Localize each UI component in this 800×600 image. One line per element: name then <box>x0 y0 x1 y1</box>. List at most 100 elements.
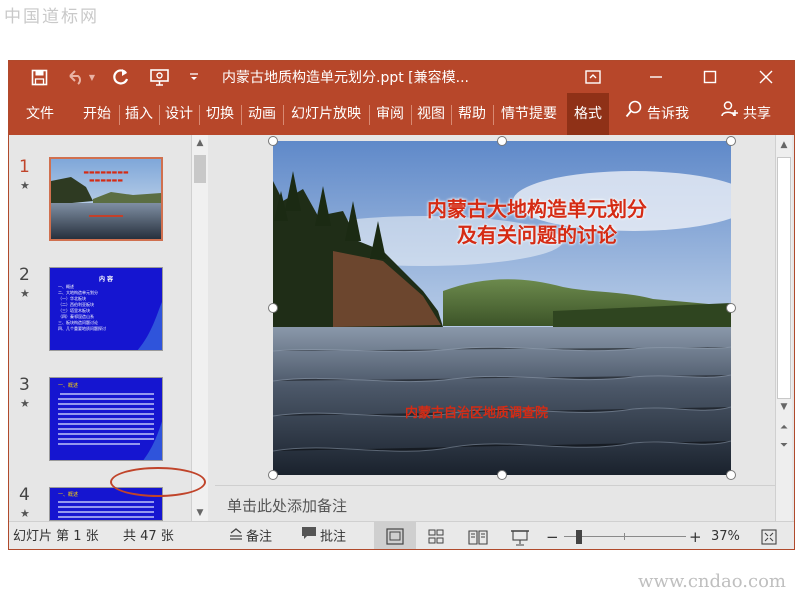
comments-button-label: 批注 <box>320 529 347 545</box>
animation-star-icon: ★ <box>20 507 30 520</box>
fit-to-window-icon <box>761 529 777 545</box>
thumbnail-number: 2 <box>19 265 30 285</box>
previous-slide-icon[interactable]: ⏶ <box>776 420 792 436</box>
tab-design[interactable]: 设计 <box>161 93 197 135</box>
resize-handle[interactable] <box>268 136 278 146</box>
slide-title-line-2[interactable]: 及有关问题的讨论 <box>273 219 731 248</box>
tab-view[interactable]: 视图 <box>413 93 449 135</box>
customize-qat-icon[interactable] <box>187 65 201 89</box>
normal-view-icon <box>386 528 404 545</box>
watermark-top: 中国道标网 <box>4 7 99 27</box>
ribbon-tab-bar: 文件 开始 插入 设计 切换 动画 幻灯片放映 审阅 视图 帮助 情节提要 格式… <box>9 93 794 135</box>
slide-sorter-icon <box>428 529 444 544</box>
reading-view-icon <box>468 530 488 545</box>
lightbulb-search-icon <box>625 93 643 135</box>
slide-subtitle[interactable]: 内蒙古自治区地质调查院 <box>405 402 548 421</box>
thumbnail-scroll-thumb[interactable] <box>194 155 206 183</box>
thumbnail-scrollbar[interactable]: ▲ ▼ <box>191 135 208 521</box>
tab-home[interactable]: 开始 <box>77 93 117 135</box>
fit-to-window-button[interactable] <box>757 522 781 549</box>
current-slide[interactable]: 内蒙古大地构造单元划分 及有关问题的讨论 内蒙古自治区地质调查院 <box>273 141 731 475</box>
resize-handle[interactable] <box>268 470 278 480</box>
minimize-icon[interactable] <box>644 65 668 89</box>
tab-storyboarding[interactable]: 情节提要 <box>495 93 563 135</box>
share-button[interactable]: 共享 <box>711 93 781 135</box>
resize-handle[interactable] <box>268 303 278 313</box>
tab-slide-show[interactable]: 幻灯片放映 <box>285 93 367 135</box>
undo-dropdown-icon[interactable]: ▼ <box>87 65 97 89</box>
notes-button-label: 备注 <box>246 529 273 545</box>
tab-separator <box>369 105 370 125</box>
resize-handle[interactable] <box>497 470 507 480</box>
title-bar: ▼ 内蒙古地质构造单元划分.ppt [兼容模... <box>9 61 794 93</box>
close-icon[interactable] <box>754 65 778 89</box>
ribbon-display-options-icon[interactable] <box>581 65 605 89</box>
present-from-start-icon[interactable] <box>147 65 173 89</box>
resize-handle[interactable] <box>726 303 736 313</box>
tab-separator <box>199 105 200 125</box>
slide-thumbnail-3[interactable]: 一、概述 <box>49 377 163 461</box>
zoom-in-button[interactable]: + <box>689 522 702 549</box>
tab-transitions[interactable]: 切换 <box>201 93 239 135</box>
notes-toggle-button[interactable]: 备注 <box>229 522 273 549</box>
thumbnail-1-image: ▬▬▬▬▬▬▬▬ ▬▬▬▬▬▬ <box>51 159 161 239</box>
slide-show-button[interactable] <box>506 522 534 549</box>
resize-handle[interactable] <box>726 136 736 146</box>
animation-star-icon: ★ <box>20 397 30 410</box>
share-label: 共享 <box>743 106 771 122</box>
slide-scroll-thumb[interactable] <box>777 157 791 399</box>
slide-scrollbar[interactable]: ▲ ▼ ⏶ ⏷ <box>775 135 792 521</box>
redo-icon[interactable] <box>109 65 133 89</box>
svg-text:▬▬▬▬▬▬▬▬: ▬▬▬▬▬▬▬▬ <box>83 169 129 176</box>
tab-separator <box>493 105 494 125</box>
thumbnail-number: 3 <box>19 375 30 395</box>
slide-total-text: 共 47 张 <box>123 529 174 544</box>
undo-icon[interactable] <box>64 65 88 89</box>
animation-star-icon: ★ <box>20 179 30 192</box>
tab-animations[interactable]: 动画 <box>243 93 281 135</box>
normal-view-button[interactable] <box>374 522 416 549</box>
maximize-icon[interactable] <box>698 65 722 89</box>
slide-editing-area: 内蒙古大地构造单元划分 及有关问题的讨论 内蒙古自治区地质调查院 <box>215 135 775 485</box>
tab-separator <box>411 105 412 125</box>
zoom-slider-track[interactable] <box>564 536 686 537</box>
notes-pane[interactable]: 单击此处添加备注 <box>215 485 775 522</box>
reading-view-button[interactable] <box>464 522 492 549</box>
tab-insert[interactable]: 插入 <box>121 93 157 135</box>
tab-format[interactable]: 格式 <box>567 93 609 135</box>
resize-handle[interactable] <box>497 136 507 146</box>
thumbnail-3-text-lines <box>58 393 162 460</box>
slide-sorter-button[interactable] <box>422 522 450 549</box>
scroll-up-arrow-icon[interactable]: ▲ <box>192 135 208 151</box>
slide-thumbnail-1[interactable]: ▬▬▬▬▬▬▬▬ ▬▬▬▬▬▬ <box>49 157 163 241</box>
slide-thumbnail-2[interactable]: 内 容 一、概述 二、大地构造单元划分 （一）华北板块 （二）西伯利亚板块 （三… <box>49 267 163 351</box>
notes-icon <box>229 522 243 549</box>
zoom-slider-thumb[interactable] <box>576 530 582 544</box>
slide-show-icon <box>511 530 529 546</box>
zoom-out-button[interactable]: − <box>546 522 559 549</box>
document-title: 内蒙古地质构造单元划分.ppt [兼容模... <box>222 70 469 86</box>
tab-review[interactable]: 审阅 <box>371 93 409 135</box>
comments-toggle-button[interactable]: 批注 <box>301 522 347 549</box>
highlight-ellipse-annotation <box>110 467 206 497</box>
next-slide-icon[interactable]: ⏷ <box>776 438 792 454</box>
save-icon[interactable] <box>27 65 51 89</box>
tab-separator <box>159 105 160 125</box>
tell-me-search[interactable]: 告诉我 <box>617 93 697 135</box>
scroll-up-arrow-icon[interactable]: ▲ <box>776 137 792 153</box>
status-bar: 幻灯片 第 1 张 共 47 张 备注 批注 − + 37% <box>9 521 794 549</box>
tab-file[interactable]: 文件 <box>17 93 63 135</box>
scroll-down-arrow-icon[interactable]: ▼ <box>776 399 792 415</box>
zoom-level[interactable]: 37% <box>711 522 740 549</box>
slide-thumbnail-pane: 1 ★ ▬▬▬▬▬▬▬▬ ▬▬▬▬▬▬ 2 ★ 内 容 一、概述 二、大地构造单… <box>9 135 209 521</box>
slide-title-line-1[interactable]: 内蒙古大地构造单元划分 <box>273 193 731 222</box>
notes-placeholder: 单击此处添加备注 <box>227 497 348 515</box>
resize-handle[interactable] <box>726 470 736 480</box>
tab-help[interactable]: 帮助 <box>453 93 491 135</box>
thumbnail-number: 4 <box>19 485 30 505</box>
tab-separator <box>451 105 452 125</box>
slide-background-photo <box>273 141 731 475</box>
scroll-down-arrow-icon[interactable]: ▼ <box>192 505 208 521</box>
animation-star-icon: ★ <box>20 287 30 300</box>
thumbnail-number: 1 <box>19 157 30 177</box>
